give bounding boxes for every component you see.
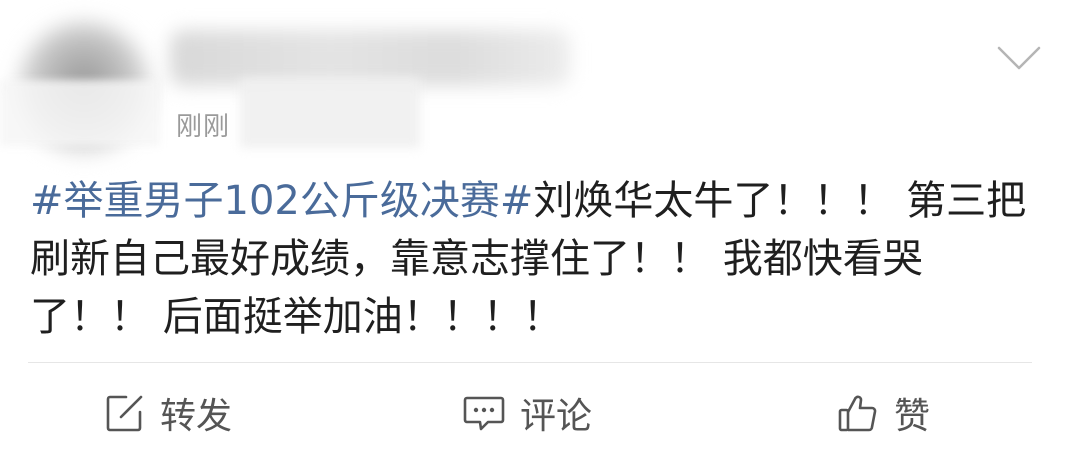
like-label: 赞 (894, 396, 931, 437)
repost-label: 转发 (160, 396, 233, 437)
privacy-mask (0, 80, 160, 146)
repost-button[interactable]: 转发 (104, 388, 232, 438)
post-timestamp: 刚刚 (176, 112, 231, 142)
weibo-post-card: 刚刚 #举重男子102公斤级决赛#刘焕华太牛了！！！ 第三把刷新自己最好成绩，靠… (0, 0, 1080, 458)
edit-share-icon (106, 395, 143, 432)
thumbs-up-icon (838, 395, 877, 432)
topic-link[interactable]: #举重男子102公斤级决赛# (30, 178, 533, 224)
comment-icon (463, 396, 505, 431)
privacy-mask-secondary (240, 78, 420, 148)
like-button[interactable]: 赞 (836, 388, 930, 438)
comment-button[interactable]: 评论 (462, 388, 592, 438)
divider (28, 362, 1032, 363)
comment-label: 评论 (520, 396, 593, 437)
chevron-down-icon[interactable] (996, 44, 1042, 72)
post-content: #举重男子102公斤级决赛#刘焕华太牛了！！！ 第三把刷新自己最好成绩，靠意志撑… (30, 172, 1040, 346)
